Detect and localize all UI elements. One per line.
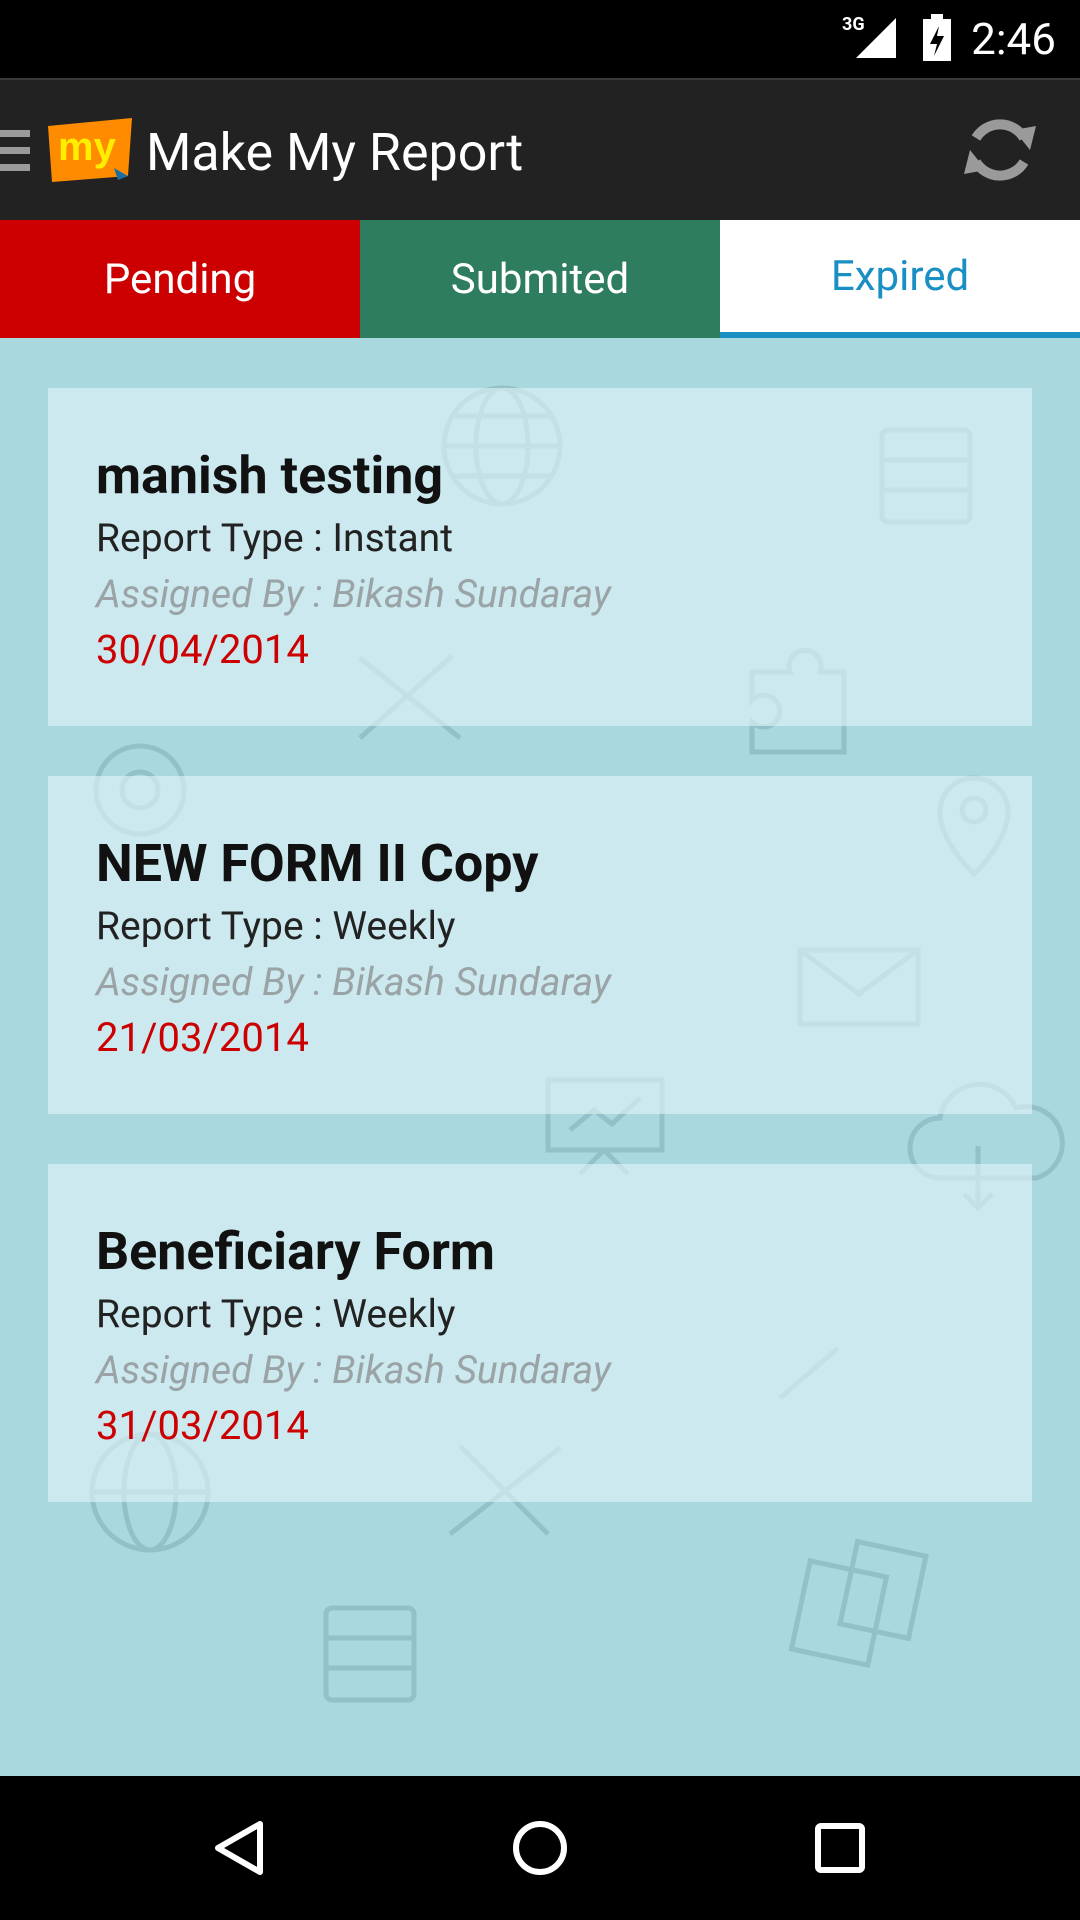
app-title: Make My Report — [146, 122, 524, 183]
report-date: 31/03/2014 — [96, 1402, 309, 1449]
clock-time: 2:46 — [971, 13, 1056, 65]
report-card[interactable]: manish testing Report Type : Instant Ass… — [48, 388, 1032, 726]
report-title: Beneficiary Form — [96, 1221, 495, 1282]
report-date: 30/04/2014 — [96, 626, 309, 673]
report-type: Report Type : Weekly — [96, 1291, 456, 1337]
report-card[interactable]: Beneficiary Form Report Type : Weekly As… — [48, 1164, 1032, 1502]
cabinet-icon-2 — [323, 1605, 417, 1703]
report-list[interactable]: manish testing Report Type : Instant Ass… — [0, 338, 1080, 1776]
report-type: Report Type : Weekly — [96, 903, 456, 949]
report-card[interactable]: NEW FORM II Copy Report Type : Weekly As… — [48, 776, 1032, 1114]
signal-icon — [856, 18, 896, 58]
report-assigned-by: Assigned By : Bikash Sundaray — [96, 1347, 611, 1393]
tab-submitted-label: Submited — [450, 254, 630, 304]
refresh-icon[interactable] — [958, 108, 1042, 192]
report-assigned-by: Assigned By : Bikash Sundaray — [96, 959, 611, 1005]
report-title: manish testing — [96, 445, 444, 506]
tab-pending-label: Pending — [103, 254, 257, 304]
tab-bar: Pending Submited Expired — [0, 220, 1080, 338]
menu-icon[interactable] — [0, 128, 34, 174]
app-bar: my Make My Report — [0, 78, 1080, 220]
app-logo-text: my — [58, 125, 117, 169]
status-bar: 3G 2:46 — [0, 0, 1080, 78]
tab-expired-label: Expired — [830, 251, 970, 301]
home-icon[interactable] — [504, 1812, 576, 1884]
tab-expired[interactable]: Expired — [720, 220, 1080, 338]
app-logo[interactable]: my — [44, 118, 136, 184]
battery-icon — [923, 14, 951, 61]
system-nav-bar — [0, 1776, 1080, 1920]
tab-pending[interactable]: Pending — [0, 220, 360, 338]
report-assigned-by: Assigned By : Bikash Sundaray — [96, 571, 611, 617]
recents-icon[interactable] — [804, 1812, 876, 1884]
back-icon[interactable] — [204, 1812, 276, 1884]
report-type: Report Type : Instant — [96, 515, 453, 561]
report-title: NEW FORM II Copy — [96, 833, 539, 894]
report-date: 21/03/2014 — [96, 1014, 309, 1061]
documents-icon — [788, 1538, 929, 1669]
tab-submitted[interactable]: Submited — [360, 220, 720, 338]
